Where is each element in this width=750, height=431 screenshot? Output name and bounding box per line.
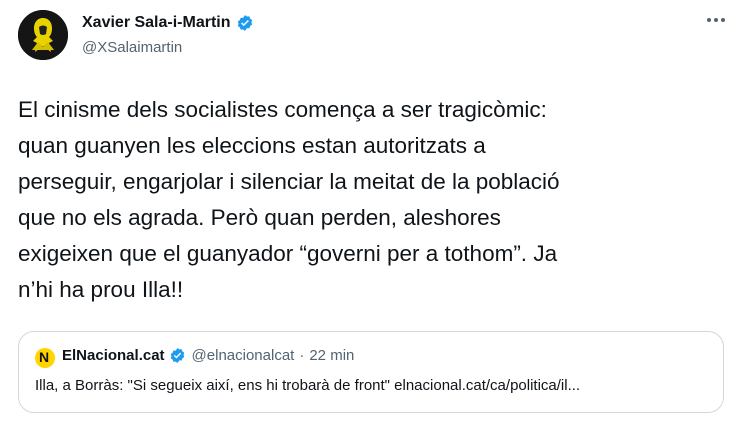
author-handle[interactable]: @XSalaimartin xyxy=(82,39,182,56)
avatar-image xyxy=(18,10,68,60)
quoted-handle: @elnacionalcat xyxy=(191,347,295,364)
verified-badge-icon xyxy=(237,15,252,31)
tweet-text: El cinisme dels socialistes comença a se… xyxy=(18,97,560,302)
author-name-row: Xavier Sala-i-Martin xyxy=(82,14,254,32)
quoted-header: ElNacional.cat @elnacionalcat · 22 min xyxy=(62,347,354,364)
quoted-name: ElNacional.cat xyxy=(62,347,165,364)
quoted-text: Illa, a Borràs: "Si segueix així, ens hi… xyxy=(35,377,581,394)
more-options-icon[interactable] xyxy=(707,18,725,22)
quoted-avatar: N xyxy=(35,348,55,368)
quoted-logo-letter: N xyxy=(39,349,50,365)
separator-dot: · xyxy=(299,347,305,364)
quoted-timestamp: 22 min xyxy=(309,347,355,364)
more-dot xyxy=(721,18,725,22)
verified-badge-icon xyxy=(170,348,184,363)
more-dot xyxy=(707,18,711,22)
author-name[interactable]: Xavier Sala-i-Martin xyxy=(82,14,231,32)
quoted-tweet-card[interactable]: N ElNacional.cat @elnacionalcat · 22 min… xyxy=(18,331,724,413)
avatar[interactable] xyxy=(18,10,68,60)
more-dot xyxy=(714,18,718,22)
